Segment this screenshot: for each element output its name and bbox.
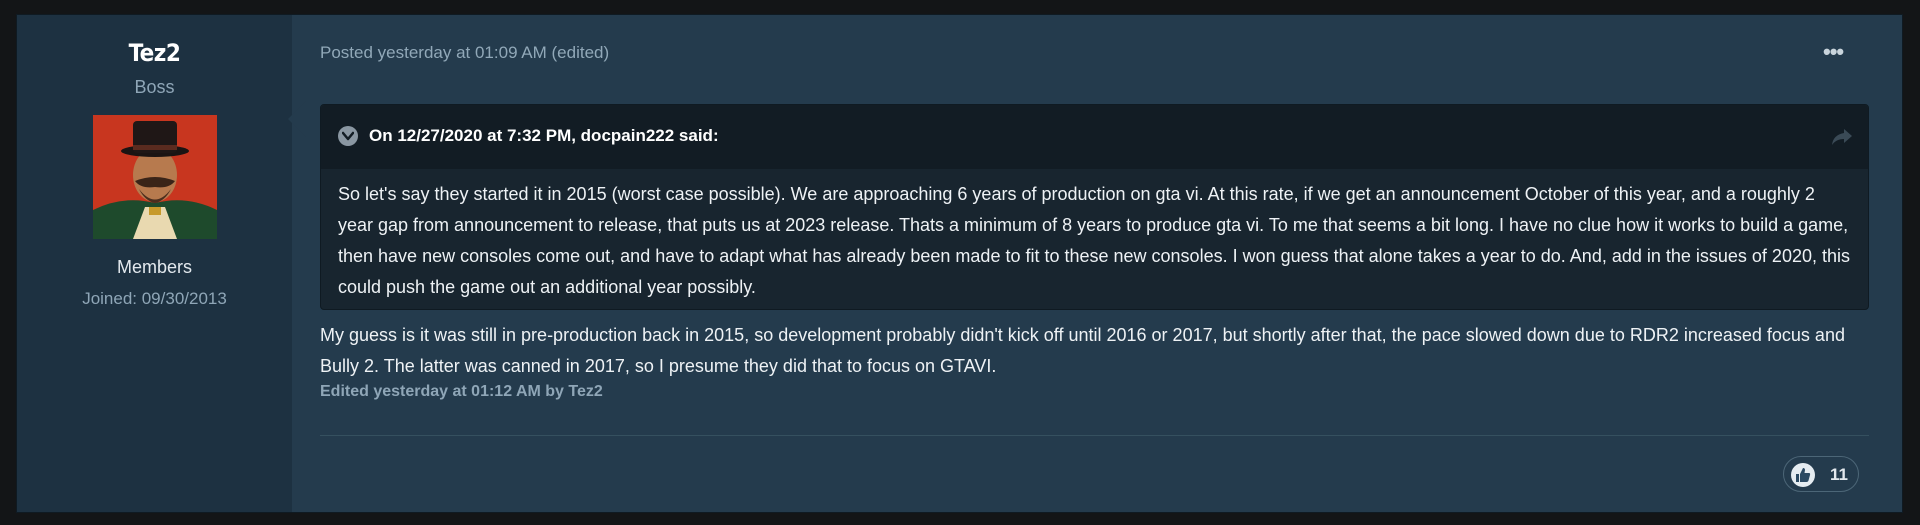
reaction-button[interactable]: 11 bbox=[1783, 456, 1859, 492]
forum-post: Tez2 Boss Members Joined: 09/30/2013 Pos… bbox=[16, 14, 1903, 513]
author-group: Members bbox=[116, 257, 192, 277]
share-arrow-icon[interactable] bbox=[1831, 127, 1853, 147]
divider bbox=[320, 435, 1869, 436]
reaction-count: 11 bbox=[1830, 465, 1848, 484]
quote-header: On 12/27/2020 at 7:32 PM, docpain222 sai… bbox=[321, 105, 1868, 169]
author-joined-date: Joined: 09/30/2013 bbox=[82, 289, 227, 308]
more-options-icon[interactable]: ••• bbox=[1823, 41, 1853, 65]
chevron-down-icon[interactable] bbox=[338, 126, 358, 146]
avatar-image bbox=[93, 115, 217, 239]
author-rank: Boss bbox=[134, 77, 175, 97]
author-username[interactable]: Tez2 bbox=[17, 39, 292, 67]
post-meta[interactable]: Posted yesterday at 01:09 AM (edited) bbox=[320, 43, 609, 63]
quote-body: So let's say they started it in 2015 (wo… bbox=[338, 184, 1850, 297]
edited-note: Edited yesterday at 01:12 AM by Tez2 bbox=[320, 383, 603, 400]
thumbs-up-icon bbox=[1791, 463, 1815, 487]
post-body: My guess is it was still in pre-producti… bbox=[320, 325, 1845, 376]
quote-citation[interactable]: On 12/27/2020 at 7:32 PM, docpain222 sai… bbox=[369, 126, 719, 146]
quote-block: On 12/27/2020 at 7:32 PM, docpain222 sai… bbox=[320, 104, 1869, 310]
author-pointer-arrow bbox=[288, 101, 306, 137]
author-panel: Tez2 Boss Members Joined: 09/30/2013 bbox=[17, 15, 292, 512]
avatar[interactable] bbox=[93, 115, 217, 239]
